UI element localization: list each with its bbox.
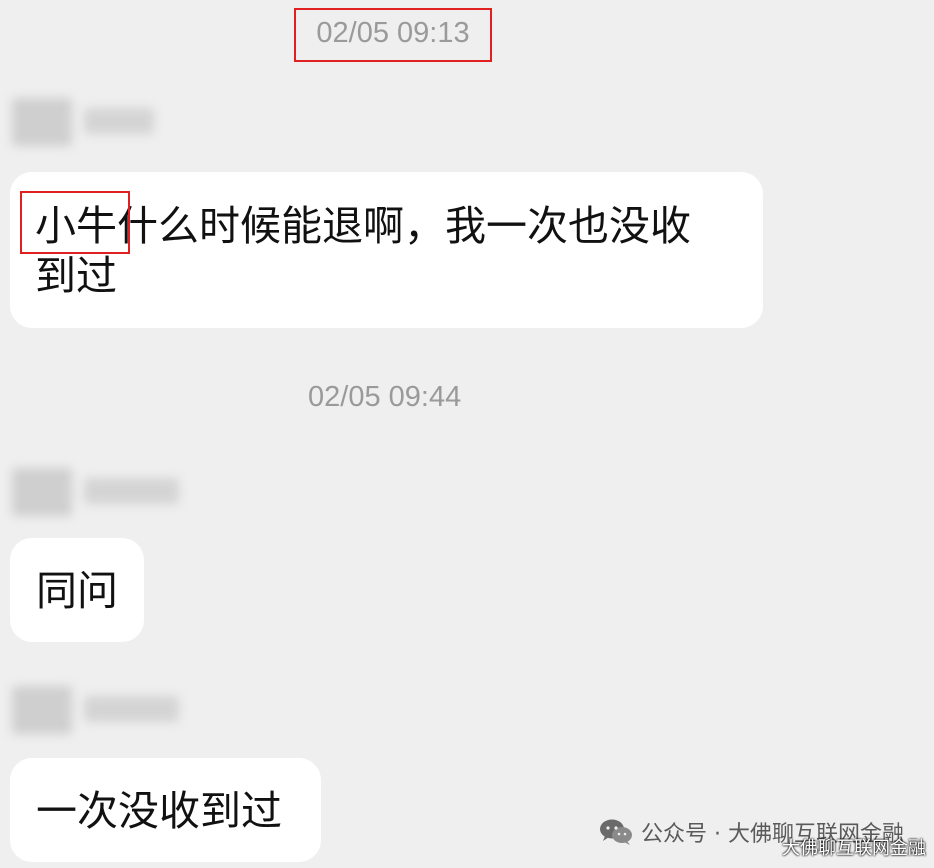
blurred-avatar: [12, 468, 72, 516]
message-bubble-3[interactable]: 一次没收到过: [10, 758, 321, 862]
blurred-sender-name: [84, 108, 154, 134]
message-1-line-2: 到过: [35, 252, 117, 300]
message-1-text: 什么时候能退啊，我一次也没收: [117, 202, 691, 250]
message-bubble-1[interactable]: 小牛什么时候能退啊，我一次也没收 到过: [10, 172, 763, 328]
timestamp-2: 02/05 09:44: [308, 381, 461, 414]
message-bubble-2[interactable]: 同问: [10, 538, 144, 642]
message-1-highlighted-word: 小牛: [35, 202, 117, 250]
timestamp-1-text: 02/05 09:13: [316, 17, 470, 49]
blurred-avatar: [12, 686, 72, 734]
blurred-sender-name: [84, 478, 179, 504]
message-3-text: 一次没收到过: [36, 787, 282, 835]
timestamp-2-text: 02/05 09:44: [308, 381, 462, 413]
blurred-sender-name: [84, 696, 179, 722]
corner-watermark: 大佛聊互联网金融: [782, 838, 926, 859]
message-1-line-1: 小牛什么时候能退啊，我一次也没收: [35, 201, 739, 251]
wechat-icon: [600, 819, 633, 845]
message-2-text: 同问: [36, 567, 118, 615]
blurred-avatar: [12, 98, 72, 146]
timestamp-1: 02/05 09:13: [294, 8, 492, 62]
